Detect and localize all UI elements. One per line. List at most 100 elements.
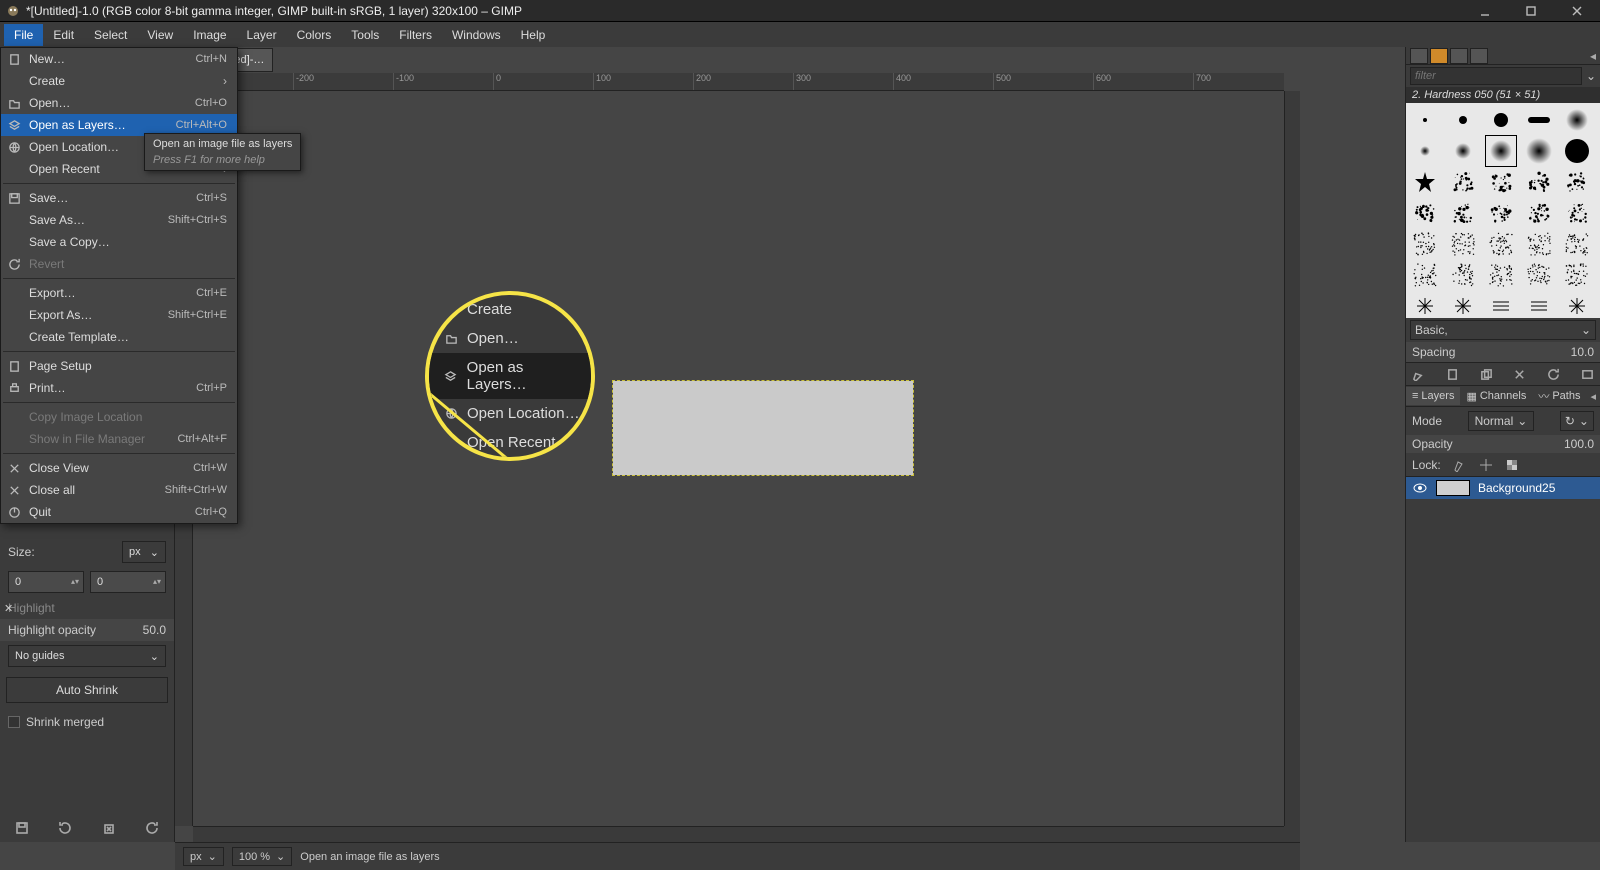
- brush-swatch[interactable]: [1524, 260, 1554, 290]
- edit-brush-icon[interactable]: [1412, 367, 1425, 381]
- visibility-eye-icon[interactable]: [1412, 480, 1428, 496]
- brush-swatch[interactable]: [1562, 291, 1592, 321]
- menu-select[interactable]: Select: [84, 24, 137, 46]
- menu-item-print[interactable]: Print…Ctrl+P: [1, 377, 237, 399]
- pos-x-input[interactable]: 0: [8, 571, 84, 593]
- duplicate-brush-icon[interactable]: [1480, 367, 1493, 381]
- menu-item-save-as[interactable]: Save As…Shift+Ctrl+S: [1, 209, 237, 231]
- layer-name[interactable]: Background25: [1478, 481, 1555, 495]
- dock-tab-icon[interactable]: [1410, 48, 1428, 64]
- brush-swatch[interactable]: [1448, 291, 1478, 321]
- menu-file[interactable]: File: [4, 24, 43, 46]
- save-options-icon[interactable]: [15, 821, 29, 836]
- brush-swatch[interactable]: [1410, 291, 1440, 321]
- dock-menu-icon[interactable]: ◂: [1590, 390, 1600, 403]
- brush-swatch[interactable]: [1524, 291, 1554, 321]
- dock-tab-icon[interactable]: [1430, 48, 1448, 64]
- menu-item-close-view[interactable]: Close ViewCtrl+W: [1, 457, 237, 479]
- brush-swatch[interactable]: [1410, 136, 1440, 166]
- brush-swatch[interactable]: [1486, 229, 1516, 259]
- reset-options-icon[interactable]: [145, 821, 159, 836]
- brush-swatch[interactable]: [1524, 198, 1554, 228]
- brush-swatch[interactable]: [1562, 105, 1592, 135]
- tab-layers[interactable]: ≡Layers: [1406, 387, 1460, 405]
- window-close-button[interactable]: [1554, 0, 1600, 22]
- menu-image[interactable]: Image: [183, 24, 236, 46]
- brush-swatch[interactable]: [1524, 136, 1554, 166]
- layer-item[interactable]: Background25: [1406, 477, 1600, 499]
- menu-item-create-template[interactable]: Create Template…: [1, 326, 237, 348]
- menu-windows[interactable]: Windows: [442, 24, 511, 46]
- new-brush-icon[interactable]: [1446, 367, 1459, 381]
- brush-grid[interactable]: [1406, 103, 1600, 318]
- menu-layer[interactable]: Layer: [237, 24, 287, 46]
- dock-menu-icon[interactable]: ◂: [1590, 49, 1596, 63]
- vertical-scrollbar[interactable]: [1284, 91, 1300, 826]
- menu-item-new[interactable]: New…Ctrl+N: [1, 48, 237, 70]
- menu-colors[interactable]: Colors: [287, 24, 342, 46]
- brush-swatch[interactable]: [1448, 260, 1478, 290]
- window-minimize-button[interactable]: [1462, 0, 1508, 22]
- menu-item-save-a-copy[interactable]: Save a Copy…: [1, 231, 237, 253]
- canvas-viewport[interactable]: CreateOpen…Open as Layers…Open Location……: [193, 91, 1284, 826]
- tab-paths[interactable]: 〰Paths: [1532, 385, 1586, 407]
- auto-shrink-button[interactable]: Auto Shrink: [6, 677, 168, 703]
- restore-options-icon[interactable]: [58, 821, 72, 836]
- menu-item-export[interactable]: Export…Ctrl+E: [1, 282, 237, 304]
- brush-swatch[interactable]: [1448, 136, 1478, 166]
- brush-swatch[interactable]: [1448, 167, 1478, 197]
- lock-pixels-icon[interactable]: [1453, 457, 1467, 472]
- horizontal-scrollbar[interactable]: [193, 826, 1284, 842]
- brush-swatch[interactable]: [1486, 291, 1516, 321]
- horizontal-ruler[interactable]: -300-200-1000100200300400500600700: [193, 73, 1284, 91]
- dock-tab-icon[interactable]: [1450, 48, 1468, 64]
- brush-swatch[interactable]: [1486, 167, 1516, 197]
- tab-channels[interactable]: ▦Channels: [1460, 387, 1532, 406]
- status-zoom-select[interactable]: 100 % ⌄: [232, 847, 292, 866]
- status-unit-select[interactable]: px ⌄: [183, 847, 224, 866]
- brush-swatch[interactable]: [1410, 260, 1440, 290]
- highlight-opacity-value[interactable]: 50.0: [143, 623, 166, 637]
- menu-edit[interactable]: Edit: [43, 24, 84, 46]
- brush-swatch[interactable]: [1448, 105, 1478, 135]
- menu-view[interactable]: View: [137, 24, 183, 46]
- menu-tools[interactable]: Tools: [341, 24, 389, 46]
- brush-swatch[interactable]: [1486, 260, 1516, 290]
- window-maximize-button[interactable]: [1508, 0, 1554, 22]
- delete-options-icon[interactable]: [102, 821, 116, 836]
- menu-item-close-all[interactable]: Close allShift+Ctrl+W: [1, 479, 237, 501]
- menu-item-export-as[interactable]: Export As…Shift+Ctrl+E: [1, 304, 237, 326]
- menu-filters[interactable]: Filters: [389, 24, 442, 46]
- spacing-value[interactable]: 10.0: [1571, 345, 1594, 359]
- guides-select[interactable]: No guides⌄: [8, 645, 166, 667]
- brush-swatch[interactable]: [1562, 167, 1592, 197]
- lock-position-icon[interactable]: [1479, 457, 1493, 472]
- menu-item-open[interactable]: Open…Ctrl+O: [1, 92, 237, 114]
- brush-swatch[interactable]: [1486, 198, 1516, 228]
- brush-swatch[interactable]: [1562, 229, 1592, 259]
- menu-item-page-setup[interactable]: Page Setup: [1, 355, 237, 377]
- mode-switch-button[interactable]: ↻⌄: [1560, 411, 1594, 431]
- refresh-brush-icon[interactable]: [1547, 367, 1560, 381]
- brush-swatch[interactable]: [1562, 198, 1592, 228]
- brush-swatch[interactable]: [1562, 136, 1592, 166]
- navigation-corner-icon[interactable]: [1284, 826, 1300, 842]
- close-dock-icon[interactable]: ✕: [4, 602, 13, 615]
- size-unit-select[interactable]: px⌄: [122, 541, 166, 563]
- menu-item-save[interactable]: Save…Ctrl+S: [1, 187, 237, 209]
- open-as-image-icon[interactable]: [1581, 367, 1594, 381]
- brush-swatch[interactable]: [1524, 229, 1554, 259]
- opacity-value[interactable]: 100.0: [1564, 437, 1594, 451]
- menu-item-quit[interactable]: QuitCtrl+Q: [1, 501, 237, 523]
- brush-swatch[interactable]: [1486, 105, 1516, 135]
- brush-swatch[interactable]: [1562, 260, 1592, 290]
- brush-swatch[interactable]: [1410, 105, 1440, 135]
- brush-swatch[interactable]: [1410, 198, 1440, 228]
- menu-item-create[interactable]: Create: [1, 70, 237, 92]
- brush-swatch[interactable]: [1486, 136, 1516, 166]
- pos-y-input[interactable]: 0: [90, 571, 166, 593]
- menu-help[interactable]: Help: [511, 24, 556, 46]
- brush-swatch[interactable]: [1524, 167, 1554, 197]
- brush-swatch[interactable]: [1448, 229, 1478, 259]
- blend-mode-select[interactable]: Normal⌄: [1468, 411, 1535, 431]
